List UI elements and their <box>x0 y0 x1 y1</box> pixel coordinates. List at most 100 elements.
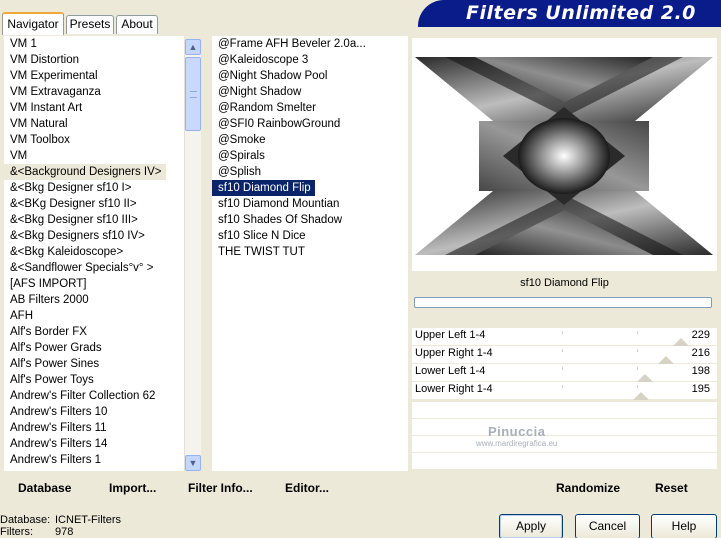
category-item[interactable]: &<Bkg Designers sf10 IV> <box>4 228 184 244</box>
category-item[interactable]: VM Extravaganza <box>4 84 184 100</box>
category-row[interactable]: VM Natural <box>4 116 184 132</box>
category-scrollbar[interactable]: ▲ ▼ <box>184 39 201 471</box>
filter-item[interactable]: @Kaleidoscope 3 <box>212 52 408 68</box>
filter-list[interactable]: @Frame AFH Beveler 2.0a... @Kaleidoscope … <box>212 36 408 471</box>
filter-row[interactable]: @Smoke <box>212 132 408 148</box>
category-item[interactable]: Andrew's Filters 10 <box>4 404 184 420</box>
category-item[interactable]: Andrew's Filters 11 <box>4 420 184 436</box>
filter-row[interactable]: @Night Shadow Pool <box>212 68 408 84</box>
category-row[interactable]: VM 1 <box>4 36 184 52</box>
filter-item[interactable]: THE TWIST TUT <box>212 244 408 260</box>
filter-item[interactable]: @Random Smelter <box>212 100 408 116</box>
category-row[interactable]: VM Instant Art <box>4 100 184 116</box>
category-row[interactable]: Andrew's Filters 1 <box>4 452 184 468</box>
scroll-down-button[interactable]: ▼ <box>185 455 201 471</box>
category-item[interactable]: Andrew's Filters 14 <box>4 436 184 452</box>
category-item[interactable]: &<Bkg Designer sf10 III> <box>4 212 184 228</box>
category-row[interactable]: Alf's Power Grads <box>4 340 184 356</box>
category-row[interactable]: Andrew's Filters 11 <box>4 420 184 436</box>
category-item[interactable]: VM Toolbox <box>4 132 184 148</box>
category-item[interactable]: AFH <box>4 308 184 324</box>
filter-row[interactable]: sf10 Slice N Dice <box>212 228 408 244</box>
filter-row[interactable]: @Kaleidoscope 3 <box>212 52 408 68</box>
category-list[interactable]: VM 1 VM Distortion VM Experimental VM Extra… <box>4 36 184 471</box>
category-item[interactable]: &<Sandflower Specials°v° > <box>4 260 184 276</box>
category-row[interactable]: Alf's Border FX <box>4 324 184 340</box>
category-item[interactable]: VM Distortion <box>4 52 184 68</box>
category-item[interactable]: Alf's Power Toys <box>4 372 184 388</box>
category-row[interactable]: Andrew's Filters 14 <box>4 436 184 452</box>
slider-thumb[interactable] <box>658 356 675 364</box>
tab-presets[interactable]: Presets <box>66 15 114 34</box>
category-row[interactable]: VM <box>4 148 184 164</box>
filter-item[interactable]: @Smoke <box>212 132 408 148</box>
category-item[interactable]: VM Natural <box>4 116 184 132</box>
filter-row[interactable]: @SFI0 RainbowGround <box>212 116 408 132</box>
category-item[interactable]: Andrew's Filter Collection 62 <box>4 388 184 404</box>
filter-item[interactable]: @Splish <box>212 164 408 180</box>
filter-item[interactable]: sf10 Slice N Dice <box>212 228 408 244</box>
category-row[interactable]: &<Background Designers IV> <box>4 164 184 180</box>
slider-row[interactable]: Upper Right 1-4 216 <box>412 346 717 364</box>
category-item[interactable]: &<Bkg Designer sf10 I> <box>4 180 184 196</box>
category-item[interactable]: &<Bkg Kaleidoscope> <box>4 244 184 260</box>
category-row[interactable]: Andrew's Filter Collection 62 <box>4 388 184 404</box>
filter-row[interactable]: @Frame AFH Beveler 2.0a... <box>212 36 408 52</box>
category-row[interactable]: AFH <box>4 308 184 324</box>
randomize-button[interactable]: Randomize <box>556 481 620 495</box>
category-row[interactable]: VM Distortion <box>4 52 184 68</box>
filter-row[interactable]: sf10 Diamond Flip <box>212 180 408 196</box>
slider-row[interactable]: Lower Right 1-4 195 <box>412 382 717 400</box>
filter-row[interactable]: @Splish <box>212 164 408 180</box>
filter-row[interactable]: @Night Shadow <box>212 84 408 100</box>
filter-row[interactable]: sf10 Diamond Mountian <box>212 196 408 212</box>
category-row[interactable]: Alf's Power Toys <box>4 372 184 388</box>
filter-row[interactable]: @Spirals <box>212 148 408 164</box>
slider-thumb[interactable] <box>673 338 690 346</box>
slider-thumb[interactable] <box>636 374 653 382</box>
category-item[interactable]: Alf's Power Grads <box>4 340 184 356</box>
tab-about[interactable]: About <box>116 15 158 34</box>
reset-button[interactable]: Reset <box>655 481 688 495</box>
filter-row[interactable]: sf10 Shades Of Shadow <box>212 212 408 228</box>
editor-button[interactable]: Editor... <box>285 481 329 495</box>
category-row[interactable]: &<Bkg Designer sf10 I> <box>4 180 184 196</box>
scroll-thumb[interactable] <box>185 57 201 131</box>
cancel-button[interactable]: Cancel <box>575 514 640 538</box>
category-row[interactable]: Andrew's Filters 10 <box>4 404 184 420</box>
filter-item[interactable]: sf10 Diamond Mountian <box>212 196 408 212</box>
category-row[interactable]: Alf's Power Sines <box>4 356 184 372</box>
category-row[interactable]: &<Bkg Designer sf10 III> <box>4 212 184 228</box>
filter-item[interactable]: sf10 Diamond Flip <box>212 180 315 196</box>
filter-item[interactable]: sf10 Shades Of Shadow <box>212 212 408 228</box>
import-button[interactable]: Import... <box>109 481 156 495</box>
filter-item[interactable]: @Frame AFH Beveler 2.0a... <box>212 36 408 52</box>
category-item[interactable]: VM <box>4 148 184 164</box>
database-button[interactable]: Database <box>18 481 71 495</box>
slider-row[interactable]: Upper Left 1-4 229 <box>412 328 717 346</box>
filter-row[interactable]: @Random Smelter <box>212 100 408 116</box>
category-item[interactable]: Alf's Power Sines <box>4 356 184 372</box>
category-item[interactable]: AB Filters 2000 <box>4 292 184 308</box>
category-item[interactable]: VM Experimental <box>4 68 184 84</box>
slider-row[interactable]: Lower Left 1-4 198 <box>412 364 717 382</box>
filter-item[interactable]: @SFI0 RainbowGround <box>212 116 408 132</box>
category-item[interactable]: &<Background Designers IV> <box>4 164 166 180</box>
tab-navigator[interactable]: Navigator <box>2 12 64 35</box>
category-item[interactable]: Alf's Border FX <box>4 324 184 340</box>
help-button[interactable]: Help <box>651 514 717 538</box>
apply-button[interactable]: Apply <box>499 514 563 538</box>
category-row[interactable]: VM Toolbox <box>4 132 184 148</box>
filter-item[interactable]: @Night Shadow <box>212 84 408 100</box>
category-row[interactable]: &<BKg Designer sf10 II> <box>4 196 184 212</box>
filter-info-button[interactable]: Filter Info... <box>188 481 253 495</box>
category-row[interactable]: &<Bkg Kaleidoscope> <box>4 244 184 260</box>
category-row[interactable]: &<Bkg Designers sf10 IV> <box>4 228 184 244</box>
category-item[interactable]: VM 1 <box>4 36 184 52</box>
filter-item[interactable]: @Night Shadow Pool <box>212 68 408 84</box>
filter-row[interactable]: THE TWIST TUT <box>212 244 408 260</box>
category-row[interactable]: [AFS IMPORT] <box>4 276 184 292</box>
category-item[interactable]: VM Instant Art <box>4 100 184 116</box>
category-item[interactable]: &<BKg Designer sf10 II> <box>4 196 184 212</box>
category-row[interactable]: VM Extravaganza <box>4 84 184 100</box>
